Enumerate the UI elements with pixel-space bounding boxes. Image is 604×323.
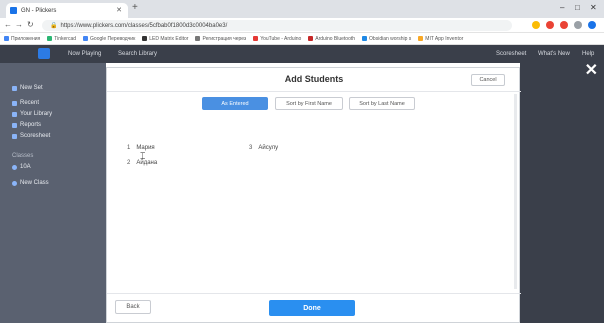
sidebar-item-new-class[interactable]: New Class — [12, 180, 49, 186]
student-entry[interactable]: 3 Айсулу — [249, 145, 278, 151]
scoresheet-link[interactable]: Scoresheet — [496, 51, 526, 57]
whats-new-link[interactable]: What's New — [538, 51, 570, 57]
bookmark-item[interactable]: MIT App Inventor — [418, 36, 463, 42]
profile-icon[interactable] — [588, 21, 596, 29]
library-icon — [12, 111, 17, 117]
tab-title: GN - Plickers — [21, 7, 57, 14]
bookmark-icon — [308, 36, 314, 41]
text-cursor-icon: ⌶ — [140, 151, 146, 161]
bookmark-item[interactable]: LED Matrix Editor — [142, 36, 188, 42]
bookmarks-bar: Приложения Tinkercad Google Переводчик L… — [0, 33, 604, 45]
bookmark-icon — [418, 36, 424, 41]
bookmark-item[interactable]: Регистрация через — [195, 36, 246, 42]
url-text: https://www.plickers.com/classes/5cfbab0… — [60, 22, 228, 29]
bookmark-icon — [47, 36, 53, 41]
scoresheet-icon — [12, 133, 17, 139]
plickers-logo-icon[interactable] — [38, 48, 50, 59]
bookmark-item[interactable]: Obsidian worship s — [362, 36, 411, 42]
divider — [107, 293, 521, 294]
sidebar-item-recent[interactable]: Recent — [12, 100, 39, 106]
reload-icon[interactable]: ↻ — [27, 20, 34, 29]
cancel-button[interactable]: Cancel — [471, 74, 505, 86]
star-icon[interactable] — [532, 21, 540, 29]
sort-first-name-button[interactable]: Sort by First Name — [275, 97, 343, 110]
add-students-modal: Add Students Cancel As Entered Sort by F… — [106, 67, 521, 323]
bookmark-item[interactable]: YouTube - Arduino — [253, 36, 301, 42]
sidebar-item-reports[interactable]: Reports — [12, 122, 41, 128]
divider — [107, 91, 521, 92]
sidebar: New Set Recent Your Library Reports Scor… — [0, 63, 106, 323]
student-number: 3 — [249, 145, 253, 151]
url-input[interactable]: 🔒 https://www.plickers.com/classes/5cfba… — [42, 20, 512, 31]
back-button[interactable]: Back — [115, 300, 151, 314]
help-link[interactable]: Help — [582, 51, 594, 57]
plus-icon — [12, 85, 17, 91]
bookmark-item[interactable]: Google Переводчик — [83, 36, 135, 42]
sort-as-entered-button[interactable]: As Entered — [202, 97, 268, 110]
bookmark-icon — [83, 36, 89, 41]
sort-last-name-button[interactable]: Sort by Last Name — [349, 97, 415, 110]
student-name[interactable]: Айсулу — [258, 145, 278, 151]
extension-icon[interactable] — [574, 21, 582, 29]
close-window-button[interactable]: ✕ — [590, 3, 597, 12]
bookmark-icon — [142, 36, 148, 41]
extension-icon[interactable] — [546, 21, 554, 29]
bookmark-item[interactable]: Приложения — [4, 36, 40, 42]
search-library-input[interactable]: Search Library — [118, 51, 157, 57]
right-backdrop — [520, 63, 604, 323]
plickers-app: Now Playing Search Library Scoresheet Wh… — [0, 45, 604, 323]
modal-title: Add Students — [284, 74, 344, 84]
tab-close-icon[interactable]: ✕ — [116, 6, 122, 14]
reports-icon — [12, 122, 17, 128]
done-button[interactable]: Done — [269, 300, 355, 316]
browser-tab-strip: GN - Plickers ✕ + – □ ✕ — [0, 0, 604, 18]
student-number: 1 — [127, 145, 131, 151]
maximize-button[interactable]: □ — [575, 3, 580, 12]
now-playing-link[interactable]: Now Playing — [68, 51, 101, 57]
sidebar-item-class[interactable]: 10A — [12, 164, 31, 170]
address-bar-row: ← → ↻ 🔒 https://www.plickers.com/classes… — [0, 18, 604, 33]
extension-icons — [532, 21, 596, 29]
sort-toggle-group: As Entered Sort by First Name Sort by La… — [107, 97, 521, 111]
bookmark-icon — [362, 36, 368, 41]
apps-icon — [4, 36, 9, 41]
app-topbar: Now Playing Search Library Scoresheet Wh… — [0, 45, 604, 63]
bookmark-icon — [195, 36, 201, 41]
class-dot-icon — [12, 164, 17, 170]
youtube-icon — [253, 36, 259, 41]
extension-icon[interactable] — [560, 21, 568, 29]
plickers-favicon-icon — [10, 7, 17, 14]
plus-icon — [12, 180, 17, 186]
minimize-button[interactable]: – — [560, 3, 564, 12]
browser-tab[interactable]: GN - Plickers ✕ — [6, 3, 128, 18]
sidebar-section-classes: Classes — [12, 153, 34, 159]
close-modal-icon[interactable]: ✕ — [585, 60, 598, 80]
new-tab-button[interactable]: + — [132, 2, 138, 13]
bookmark-item[interactable]: Arduino Bluetooth — [308, 36, 355, 42]
scrollbar[interactable] — [514, 94, 517, 289]
student-number: 2 — [127, 160, 131, 166]
bookmark-item[interactable]: Tinkercad — [47, 36, 76, 42]
sidebar-item-new-set[interactable]: New Set — [12, 85, 43, 91]
lock-icon: 🔒 — [50, 23, 58, 29]
sidebar-item-scoresheet[interactable]: Scoresheet — [12, 133, 50, 139]
back-arrow-icon[interactable]: ← — [4, 20, 12, 29]
clock-icon — [12, 100, 17, 106]
sidebar-item-library[interactable]: Your Library — [12, 111, 52, 117]
forward-arrow-icon[interactable]: → — [15, 20, 23, 29]
